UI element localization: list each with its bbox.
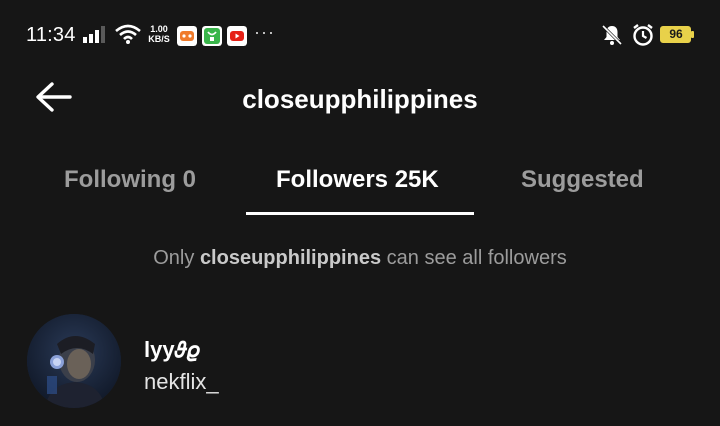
notice-account: closeupphilippines [199,247,382,269]
status-bar: 11:34 1.00 KB/S ··· 96 [0,0,720,70]
network-speed: 1.00 KB/S [144,24,174,44]
active-tab-indicator [246,212,474,215]
tab-following[interactable]: Following 0 [64,166,196,194]
mute-icon [601,24,623,46]
avatar-image [27,314,121,408]
followers-visibility-notice: Only closeupphilippines can see all foll… [0,247,720,270]
signal-icon [83,26,105,43]
game-app-icon [177,26,197,46]
page-title: closeupphilippines [242,84,478,114]
notice-prefix: Only [153,247,195,269]
follower-username: nekflix_ [144,369,219,394]
wifi-icon [115,24,141,44]
followers-screen: 11:34 1.00 KB/S ··· 96 closeupphilippine… [0,0,720,426]
network-speed-value: 1.00 [150,24,168,34]
follower-list-item[interactable]: lyy𝜗𝜚 nekflix_ [0,306,720,416]
follower-display-name: lyy𝜗𝜚 [144,337,200,362]
tab-followers[interactable]: Followers 25K [276,166,439,194]
network-speed-unit: KB/S [148,34,170,44]
status-time: 11:34 [26,24,76,46]
shop-app-icon [202,26,222,46]
alarm-icon [633,24,653,46]
tab-suggested[interactable]: Suggested [521,166,644,194]
youtube-app-icon [227,26,247,46]
notice-suffix: can see all followers [386,247,567,269]
battery-level: 96 [669,27,683,41]
more-notifications-indicator: ··· [254,22,275,42]
avatar[interactable] [27,314,121,408]
